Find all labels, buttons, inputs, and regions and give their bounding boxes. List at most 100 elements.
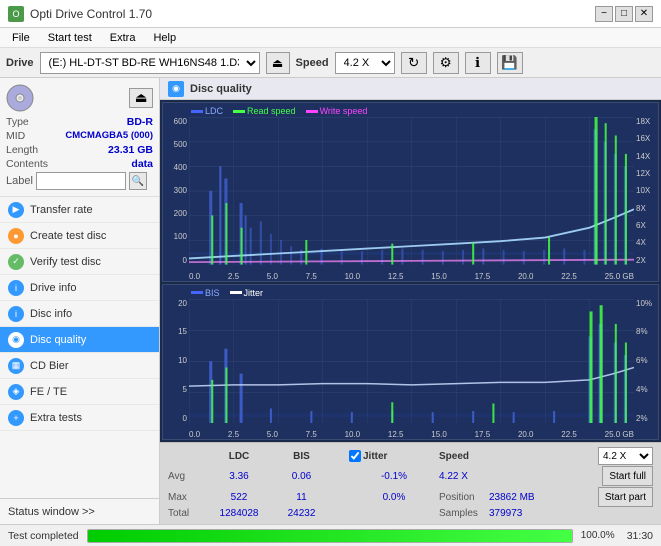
legend-bis: BIS (205, 288, 220, 298)
sidebar-item-verify-test-disc[interactable]: ✓ Verify test disc (0, 249, 159, 275)
contents-row: Contents data (6, 158, 153, 170)
drive-toolbar: Drive (E:) HL-DT-ST BD-RE WH16NS48 1.D3 … (0, 48, 661, 78)
jitter-header: Jitter (363, 451, 387, 462)
sidebar-item-extra-tests[interactable]: + Extra tests (0, 405, 159, 431)
drive-info-label: Drive info (30, 282, 76, 294)
contents-value: data (131, 158, 153, 170)
disc-quality-header: ◉ Disc quality (160, 78, 661, 100)
mid-value: CMCMAGBA5 (000) (65, 130, 153, 142)
disc-quality-header-icon: ◉ (168, 81, 184, 97)
avg-bis: 0.06 (274, 471, 329, 482)
mid-key: MID (6, 130, 25, 142)
cd-bier-label: CD Bier (30, 360, 69, 372)
ldc-header: LDC (204, 451, 274, 462)
sidebar: ⏏ Type BD-R MID CMCMAGBA5 (000) Length 2… (0, 78, 160, 524)
type-row: Type BD-R (6, 116, 153, 128)
legend-ldc: LDC (205, 106, 223, 116)
total-ldc: 1284028 (204, 508, 274, 519)
max-jitter: 0.0% (349, 492, 439, 503)
elapsed-time: 31:30 (627, 530, 653, 542)
stats-bar: LDC BIS Jitter Speed 4.2 X Avg 3.36 0.0 (160, 442, 661, 524)
extra-tests-label: Extra tests (30, 412, 82, 424)
disc-quality-label: Disc quality (30, 334, 86, 346)
max-bis: 11 (274, 492, 329, 503)
label-button[interactable]: 🔍 (129, 172, 147, 190)
start-part-button[interactable]: Start part (598, 487, 653, 507)
disc-eject-button[interactable]: ⏏ (129, 88, 153, 108)
disc-info-label: Disc info (30, 308, 72, 320)
disc-info-icon: i (8, 306, 24, 322)
progress-percent: 100.0% (581, 530, 619, 541)
ldc-chart-svg (189, 117, 634, 265)
speed-select-small[interactable]: 4.2 X (598, 447, 653, 465)
legend-jitter: Jitter (244, 288, 264, 298)
bis-header: BIS (274, 451, 329, 462)
speed-select[interactable]: 4.2 X (335, 52, 395, 74)
transfer-rate-icon: ▶ (8, 202, 24, 218)
menu-start-test[interactable]: Start test (40, 30, 100, 46)
label-key: Label (6, 175, 33, 187)
progress-fill (88, 530, 572, 542)
transfer-rate-label: Transfer rate (30, 204, 93, 216)
fe-te-icon: ◈ (8, 384, 24, 400)
legend-read-speed: Read speed (247, 106, 296, 116)
app-icon: O (8, 6, 24, 22)
menu-help[interactable]: Help (145, 30, 184, 46)
app-title: Opti Drive Control 1.70 (30, 7, 152, 21)
fe-te-label: FE / TE (30, 386, 67, 398)
sidebar-item-disc-quality[interactable]: ◉ Disc quality (0, 327, 159, 353)
refresh-button[interactable]: ↻ (401, 52, 427, 74)
save-button[interactable]: 💾 (497, 52, 523, 74)
disc-quality-title: Disc quality (190, 83, 252, 95)
settings-button[interactable]: ⚙ (433, 52, 459, 74)
avg-speed: 4.22 X (439, 471, 519, 482)
disc-icon (6, 84, 34, 112)
menu-extra[interactable]: Extra (102, 30, 144, 46)
samples-value: 379973 (489, 508, 522, 519)
bis-chart-svg (189, 299, 634, 423)
sidebar-item-disc-info[interactable]: i Disc info (0, 301, 159, 327)
avg-ldc: 3.36 (204, 471, 274, 482)
sidebar-item-cd-bier[interactable]: ▦ CD Bier (0, 353, 159, 379)
title-bar: O Opti Drive Control 1.70 − □ ✕ (0, 0, 661, 28)
eject-button[interactable]: ⏏ (266, 52, 290, 74)
content-area: ◉ Disc quality LDC Read speed (160, 78, 661, 524)
menu-file[interactable]: File (4, 30, 38, 46)
samples-label: Samples (439, 508, 489, 519)
type-value: BD-R (127, 116, 153, 128)
window-controls: − □ ✕ (595, 6, 653, 22)
maximize-button[interactable]: □ (615, 6, 633, 22)
drive-label: Drive (6, 57, 34, 69)
jitter-checkbox[interactable] (349, 450, 361, 462)
length-value: 23.31 GB (108, 144, 153, 156)
menu-bar: File Start test Extra Help (0, 28, 661, 48)
extra-tests-icon: + (8, 410, 24, 426)
avg-label: Avg (168, 471, 204, 482)
info-button[interactable]: ℹ (465, 52, 491, 74)
close-button[interactable]: ✕ (635, 6, 653, 22)
create-test-disc-icon: ● (8, 228, 24, 244)
sidebar-item-fe-te[interactable]: ◈ FE / TE (0, 379, 159, 405)
position-value: 23862 MB (489, 492, 549, 503)
minimize-button[interactable]: − (595, 6, 613, 22)
ldc-chart: LDC Read speed Write speed 600 500 400 (162, 102, 659, 282)
status-window-button[interactable]: Status window >> (0, 498, 159, 524)
label-input[interactable] (36, 172, 126, 190)
total-label: Total (168, 508, 204, 519)
speed-header: Speed (439, 451, 519, 462)
start-full-button[interactable]: Start full (602, 466, 653, 486)
mid-row: MID CMCMAGBA5 (000) (6, 130, 153, 142)
sidebar-item-drive-info[interactable]: i Drive info (0, 275, 159, 301)
sidebar-item-transfer-rate[interactable]: ▶ Transfer rate (0, 197, 159, 223)
verify-test-disc-label: Verify test disc (30, 256, 101, 268)
charts-area: LDC Read speed Write speed 600 500 400 (160, 100, 661, 442)
length-row: Length 23.31 GB (6, 144, 153, 156)
max-ldc: 522 (204, 492, 274, 503)
legend-write-speed: Write speed (320, 106, 368, 116)
drive-select[interactable]: (E:) HL-DT-ST BD-RE WH16NS48 1.D3 (40, 52, 260, 74)
avg-jitter: -0.1% (349, 471, 439, 482)
max-label: Max (168, 492, 204, 503)
label-row: Label 🔍 (6, 172, 153, 190)
sidebar-item-create-test-disc[interactable]: ● Create test disc (0, 223, 159, 249)
create-test-disc-label: Create test disc (30, 230, 106, 242)
